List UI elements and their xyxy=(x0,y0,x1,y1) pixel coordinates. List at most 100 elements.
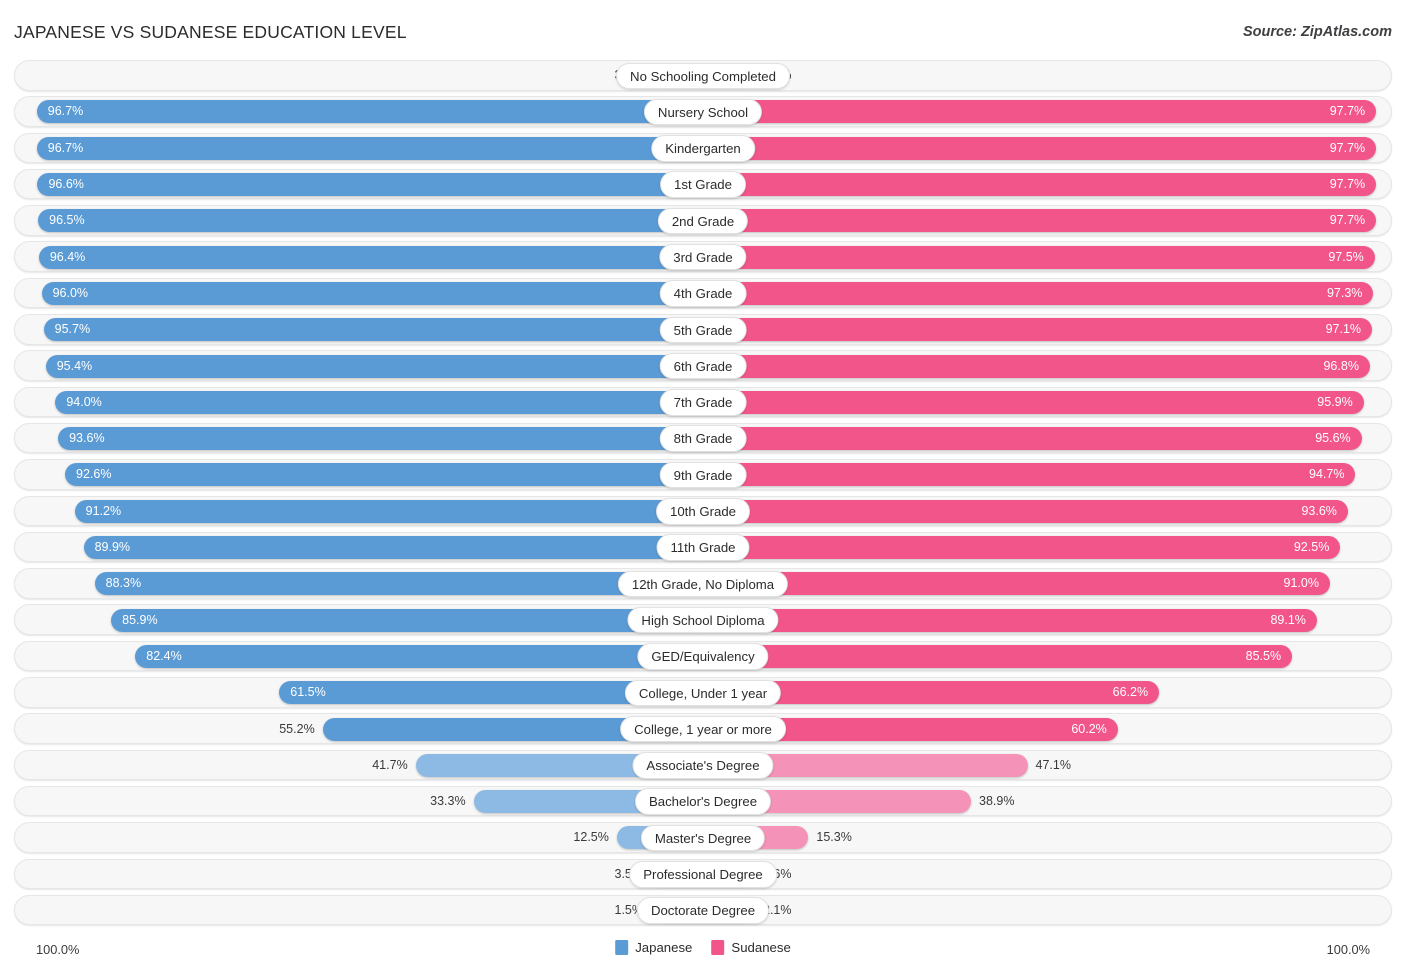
bar-sudanese[interactable]: 97.7% xyxy=(703,137,1376,160)
bar-half-right: 97.7% xyxy=(703,206,1391,235)
row-label: College, 1 year or more xyxy=(620,716,786,743)
chart-row[interactable]: 55.2% 60.2%College, 1 year or more xyxy=(14,713,1392,744)
chart-row[interactable]: 95.7%97.1%5th Grade xyxy=(14,314,1392,345)
bar-value-sudanese: 95.9% xyxy=(1317,391,1352,414)
bar-sudanese[interactable]: 97.3% xyxy=(703,282,1373,305)
bar-sudanese[interactable]: 97.7% xyxy=(703,100,1376,123)
bar-value-japanese: 55.2% xyxy=(279,718,314,741)
bar-japanese[interactable]: 93.6% xyxy=(58,427,703,450)
bar-value-japanese: 95.4% xyxy=(57,355,92,378)
bar-half-left: 12.5% xyxy=(15,823,703,852)
chart-row[interactable]: 96.7%97.7%Kindergarten xyxy=(14,133,1392,164)
bar-japanese[interactable]: 88.3% xyxy=(95,572,703,595)
chart-row[interactable]: 91.2% 93.6% 10th Grade xyxy=(14,496,1392,527)
bar-japanese[interactable]: 96.7% xyxy=(37,100,703,123)
bar-sudanese[interactable]: 94.7% xyxy=(703,463,1355,486)
chart-row[interactable]: 3.3%2.3%No Schooling Completed xyxy=(14,60,1392,91)
bar-half-right: 97.7% xyxy=(703,170,1391,199)
row-label: 2nd Grade xyxy=(658,208,748,235)
bar-half-left: 96.4% xyxy=(15,242,703,271)
bar-sudanese[interactable]: 96.8% xyxy=(703,355,1370,378)
bar-value-sudanese: 89.1% xyxy=(1270,609,1305,632)
bar-value-sudanese: 93.6% xyxy=(1301,500,1336,523)
bar-half-right: 2.3% xyxy=(703,61,1391,90)
chart-row[interactable]: 96.4%97.5%3rd Grade xyxy=(14,241,1392,272)
row-label: Doctorate Degree xyxy=(637,897,769,924)
bar-half-right: 2.1% xyxy=(703,896,1391,925)
row-label: 12th Grade, No Diploma xyxy=(618,571,788,598)
bar-japanese[interactable]: 96.4% xyxy=(39,246,703,269)
row-label: 9th Grade xyxy=(660,462,747,489)
chart-row[interactable]: 41.7%47.1%Associate's Degree xyxy=(14,750,1392,781)
bar-value-japanese: 96.5% xyxy=(49,209,84,232)
bar-half-left: 96.7% xyxy=(15,134,703,163)
chart-row[interactable]: 12.5%15.3%Master's Degree xyxy=(14,822,1392,853)
bar-japanese[interactable]: 82.4% xyxy=(135,645,703,668)
bar-japanese[interactable]: 89.9% xyxy=(84,536,703,559)
chart-row[interactable]: 96.6%97.7%1st Grade xyxy=(14,169,1392,200)
bar-half-left: 33.3% xyxy=(15,787,703,816)
bar-value-japanese: 33.3% xyxy=(430,790,465,813)
row-label: No Schooling Completed xyxy=(616,63,790,90)
row-label: 10th Grade xyxy=(656,498,750,525)
chart-row[interactable]: 96.0%97.3%4th Grade xyxy=(14,278,1392,309)
chart-row[interactable]: 1.5%2.1%Doctorate Degree xyxy=(14,895,1392,926)
bar-japanese[interactable]: 96.6% xyxy=(37,173,703,196)
bar-japanese[interactable]: 85.9% xyxy=(111,609,703,632)
bar-sudanese[interactable]: 93.6% xyxy=(703,500,1348,523)
bar-japanese[interactable]: 91.2% xyxy=(75,500,703,523)
bar-half-left: 96.0% xyxy=(15,279,703,308)
bar-sudanese[interactable]: 91.0% xyxy=(703,572,1330,595)
bar-sudanese[interactable]: 92.5% xyxy=(703,536,1340,559)
chart-row[interactable]: 95.4%96.8%6th Grade xyxy=(14,350,1392,381)
bar-sudanese[interactable]: 97.1% xyxy=(703,318,1372,341)
bar-japanese[interactable]: 92.6% xyxy=(65,463,703,486)
chart-row[interactable]: 3.5%4.6%Professional Degree xyxy=(14,859,1392,890)
bar-value-japanese: 93.6% xyxy=(69,427,104,450)
bar-value-sudanese: 97.1% xyxy=(1326,318,1361,341)
bar-japanese[interactable]: 96.5% xyxy=(38,209,703,232)
chart-row[interactable]: 89.9%92.5%11th Grade xyxy=(14,532,1392,563)
bar-japanese[interactable]: 96.0% xyxy=(42,282,703,305)
bar-half-right: 89.1% xyxy=(703,605,1391,634)
bar-japanese[interactable]: 96.7% xyxy=(37,137,703,160)
chart-row[interactable]: 85.9%89.1%High School Diploma xyxy=(14,604,1392,635)
bar-sudanese[interactable]: 97.7% xyxy=(703,173,1376,196)
legend-item-japanese[interactable]: Japanese xyxy=(615,940,692,955)
bar-japanese[interactable]: 94.0% xyxy=(55,391,703,414)
bar-value-sudanese: 97.5% xyxy=(1328,246,1363,269)
chart-row[interactable]: 96.5% 97.7% 2nd Grade xyxy=(14,205,1392,236)
bar-half-left: 85.9% xyxy=(15,605,703,634)
bar-value-japanese: 94.0% xyxy=(66,391,101,414)
bar-value-japanese: 41.7% xyxy=(372,754,407,777)
bar-sudanese[interactable]: 85.5% xyxy=(703,645,1292,668)
bar-value-sudanese: 97.7% xyxy=(1330,100,1365,123)
bar-half-right: 95.9% xyxy=(703,388,1391,417)
bar-half-right: 60.2% xyxy=(703,714,1391,743)
legend-item-sudanese[interactable]: Sudanese xyxy=(711,940,790,955)
chart-row[interactable]: 82.4%85.5%GED/Equivalency xyxy=(14,641,1392,672)
chart-row[interactable]: 61.5%66.2%College, Under 1 year xyxy=(14,677,1392,708)
chart-row[interactable]: 96.7% 97.7% Nursery School xyxy=(14,96,1392,127)
row-label: Master's Degree xyxy=(641,825,765,852)
chart-row[interactable]: 88.3%91.0%12th Grade, No Diploma xyxy=(14,568,1392,599)
chart-row[interactable]: 94.0%95.9%7th Grade xyxy=(14,387,1392,418)
bar-sudanese[interactable]: 95.6% xyxy=(703,427,1362,450)
chart-row[interactable]: 93.6%95.6%8th Grade xyxy=(14,423,1392,454)
bar-sudanese[interactable]: 97.7% xyxy=(703,209,1376,232)
bar-value-sudanese: 97.7% xyxy=(1330,209,1365,232)
bar-half-left: 94.0% xyxy=(15,388,703,417)
row-label: 11th Grade xyxy=(656,534,749,561)
bar-half-right: 38.9% xyxy=(703,787,1391,816)
bar-sudanese[interactable]: 97.5% xyxy=(703,246,1375,269)
bar-half-left: 61.5% xyxy=(15,678,703,707)
bar-half-right: 94.7% xyxy=(703,460,1391,489)
bar-value-japanese: 96.6% xyxy=(48,173,83,196)
bar-japanese[interactable]: 95.4% xyxy=(46,355,703,378)
chart-row[interactable]: 92.6%94.7%9th Grade xyxy=(14,459,1392,490)
bar-sudanese[interactable]: 95.9% xyxy=(703,391,1364,414)
bar-sudanese[interactable]: 89.1% xyxy=(703,609,1317,632)
bar-japanese[interactable]: 95.7% xyxy=(44,318,703,341)
row-label: Nursery School xyxy=(644,99,762,126)
chart-row[interactable]: 33.3%38.9%Bachelor's Degree xyxy=(14,786,1392,817)
